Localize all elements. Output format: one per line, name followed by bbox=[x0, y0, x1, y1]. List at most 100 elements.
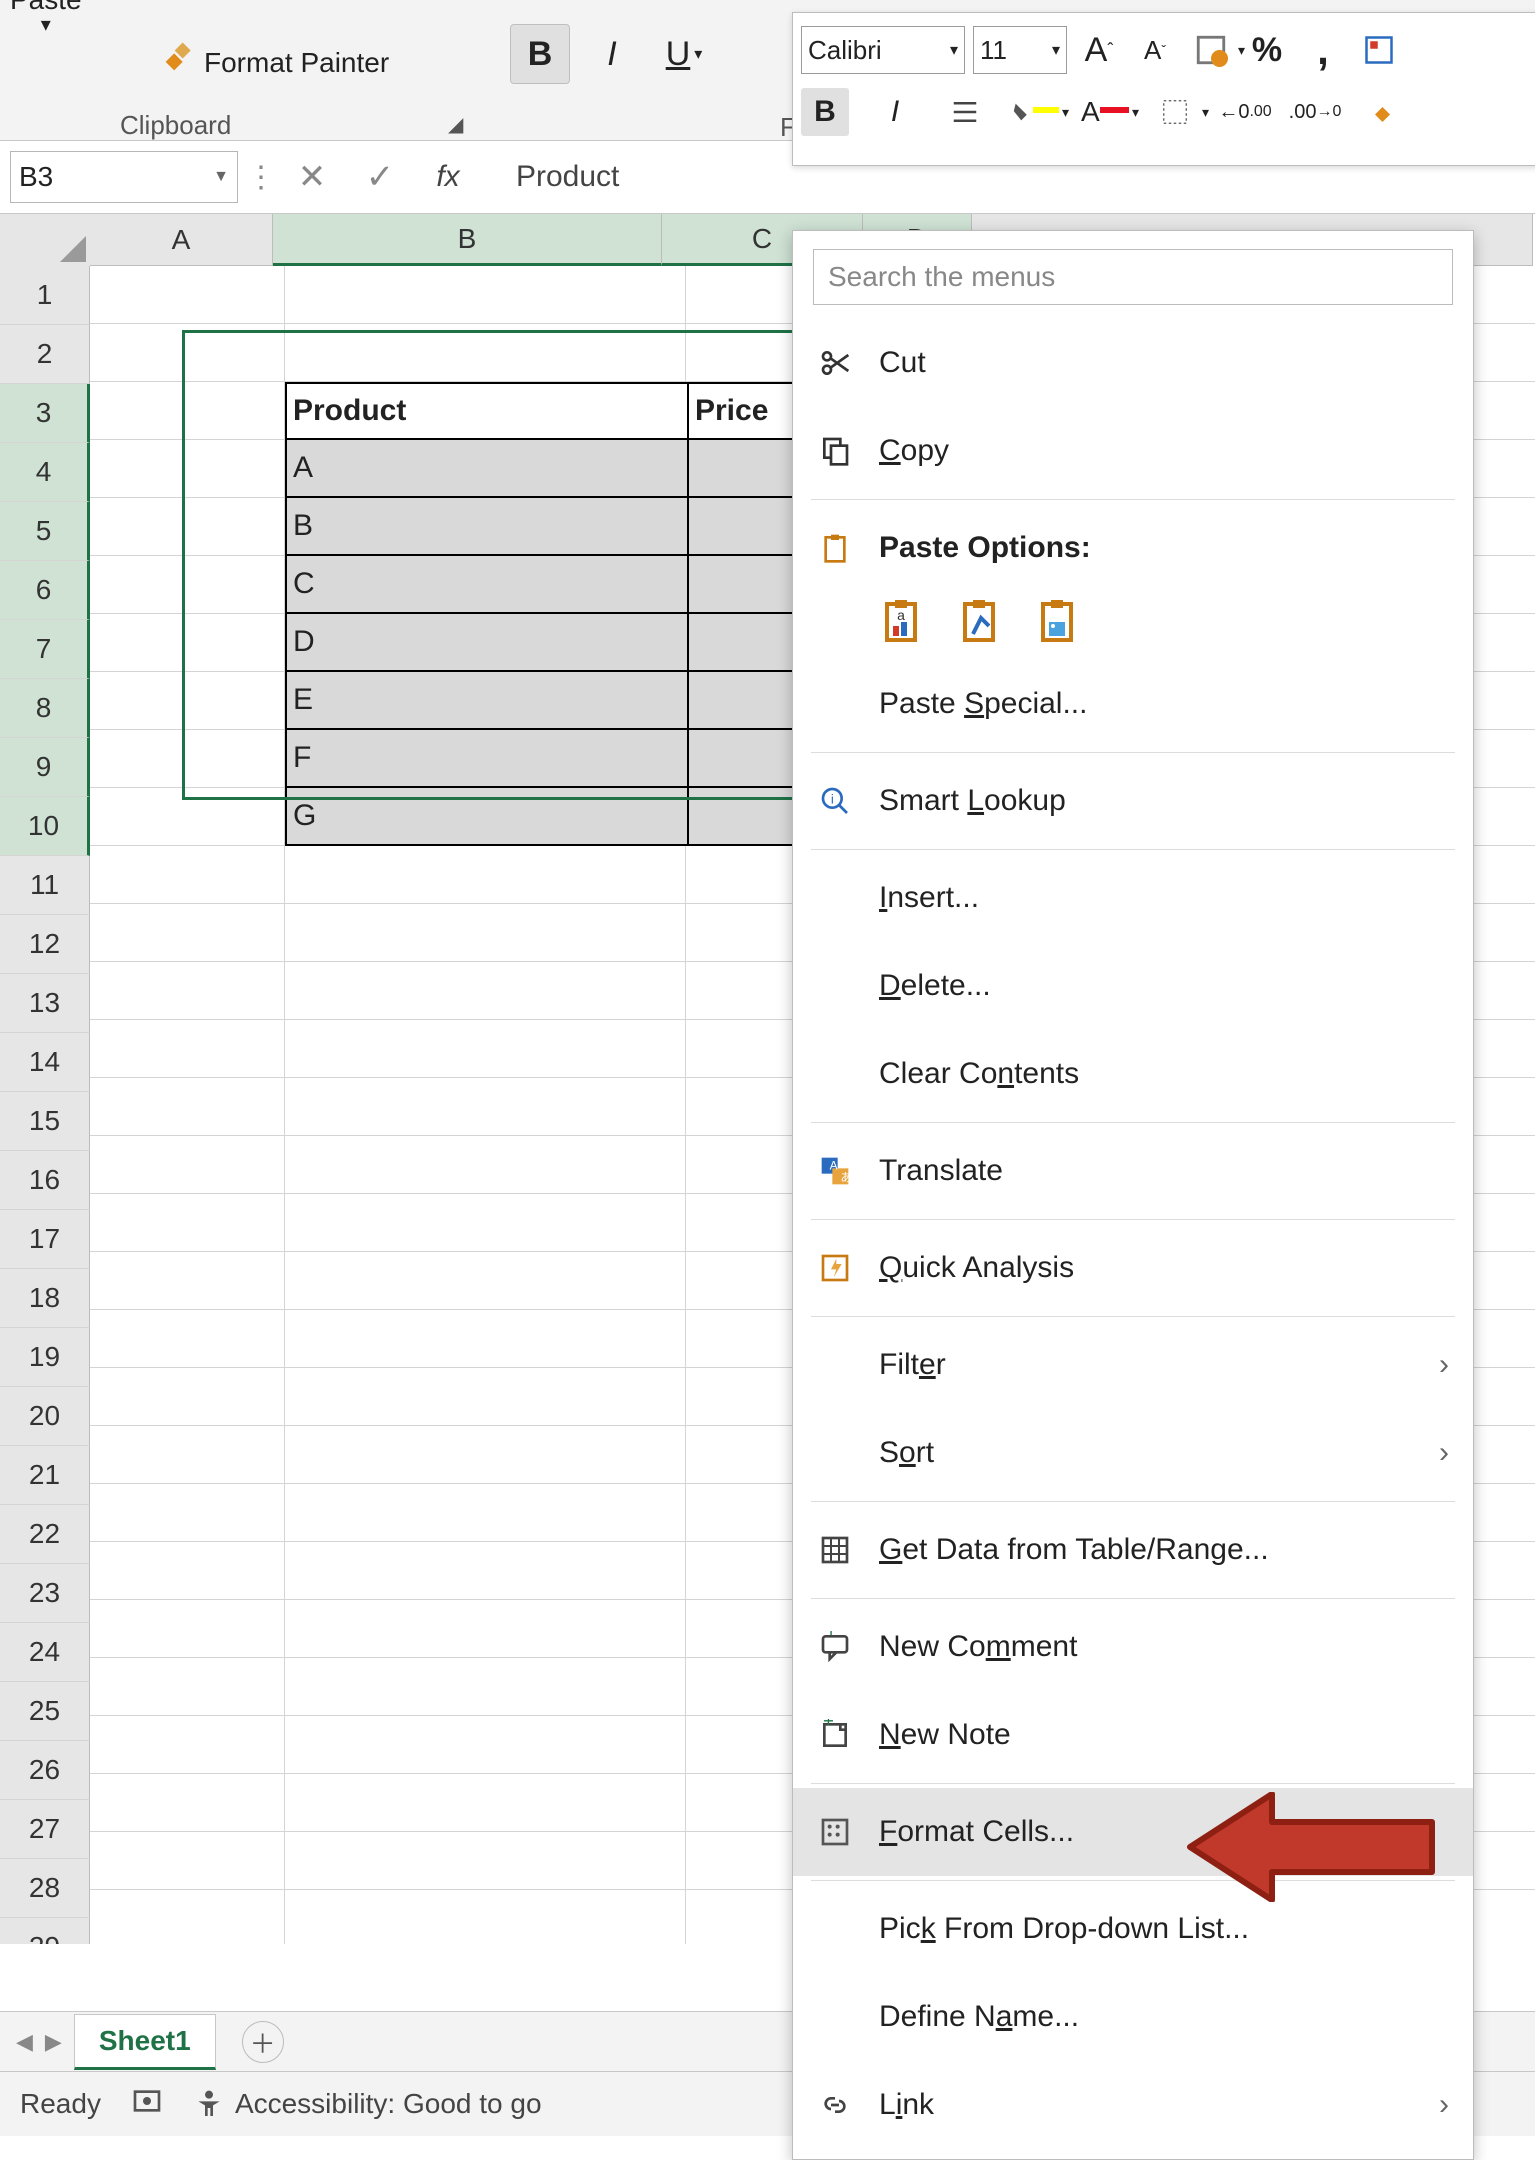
accessibility-status[interactable]: Accessibility: Good to go bbox=[193, 2088, 542, 2120]
row-header[interactable]: 23 bbox=[0, 1564, 90, 1623]
cell[interactable] bbox=[90, 1658, 285, 1716]
borders-button[interactable]: ▾ bbox=[1151, 88, 1199, 136]
cell[interactable] bbox=[285, 266, 686, 324]
dialog-launcher-icon[interactable]: ◢ bbox=[448, 112, 463, 137]
cell[interactable] bbox=[285, 1310, 686, 1368]
cell[interactable]: B bbox=[285, 498, 689, 556]
cancel-formula-button[interactable]: ✕ bbox=[282, 157, 342, 197]
row-header[interactable]: 16 bbox=[0, 1151, 90, 1210]
cell[interactable] bbox=[285, 846, 686, 904]
menu-item-delete[interactable]: Delete... bbox=[793, 942, 1473, 1030]
cell[interactable] bbox=[90, 1890, 285, 1944]
row-header[interactable]: 24 bbox=[0, 1623, 90, 1682]
cell[interactable] bbox=[285, 324, 686, 382]
menu-item-translate[interactable]: AあTranslate bbox=[793, 1127, 1473, 1215]
row-header[interactable]: 1 bbox=[0, 266, 90, 325]
mini-italic-button[interactable]: I bbox=[871, 88, 919, 136]
row-header[interactable]: 4 bbox=[0, 443, 90, 502]
formula-bar-value[interactable]: Product bbox=[516, 160, 619, 194]
row-header[interactable]: 7 bbox=[0, 620, 90, 679]
row-header[interactable]: 3 bbox=[0, 384, 90, 443]
sheet-tab-active[interactable]: Sheet1 bbox=[74, 2014, 216, 2070]
menu-item-clear-contents[interactable]: Clear Contents bbox=[793, 1030, 1473, 1118]
cell[interactable]: F bbox=[285, 730, 689, 788]
italic-button[interactable]: I bbox=[582, 24, 642, 84]
row-header[interactable]: 10 bbox=[0, 797, 90, 856]
paste-option-values-icon[interactable] bbox=[957, 598, 1005, 646]
paste-button[interactable]: Paste ▾ bbox=[10, 0, 82, 37]
row-header[interactable]: 18 bbox=[0, 1269, 90, 1328]
bold-button[interactable]: B bbox=[510, 24, 570, 84]
row-header[interactable]: 14 bbox=[0, 1033, 90, 1092]
menu-item-sort[interactable]: Sort› bbox=[793, 1409, 1473, 1497]
row-header[interactable]: 11 bbox=[0, 856, 90, 915]
cell[interactable] bbox=[90, 1252, 285, 1310]
menu-item-paste-options[interactable]: Paste Options: bbox=[793, 504, 1473, 592]
row-header[interactable]: 2 bbox=[0, 325, 90, 384]
cell[interactable] bbox=[285, 1252, 686, 1310]
font-size-select[interactable]: 11▾ bbox=[973, 26, 1067, 74]
row-header[interactable]: 12 bbox=[0, 915, 90, 974]
formula-bar-expand[interactable]: ⋮ bbox=[246, 160, 274, 195]
row-header[interactable]: 26 bbox=[0, 1741, 90, 1800]
underline-button[interactable]: U▾ bbox=[654, 24, 714, 84]
row-header[interactable]: 22 bbox=[0, 1505, 90, 1564]
increase-decimal-button[interactable]: .00→0 bbox=[1291, 88, 1339, 136]
row-header[interactable]: 20 bbox=[0, 1387, 90, 1446]
cell[interactable] bbox=[285, 1484, 686, 1542]
menu-search-input[interactable]: Search the menus bbox=[813, 249, 1453, 305]
row-header[interactable]: 28 bbox=[0, 1859, 90, 1918]
enter-formula-button[interactable]: ✓ bbox=[350, 157, 410, 197]
cell[interactable] bbox=[285, 1426, 686, 1484]
comma-format-button[interactable]: , bbox=[1299, 26, 1347, 74]
accounting-format-button[interactable]: ▾ bbox=[1187, 26, 1235, 74]
paste-option-all-icon[interactable]: a bbox=[879, 598, 927, 646]
cell[interactable] bbox=[90, 672, 285, 730]
menu-item-paste-special[interactable]: Paste Special... bbox=[793, 660, 1473, 748]
format-painter-mini-button[interactable] bbox=[1361, 88, 1409, 136]
insert-function-button[interactable]: fx bbox=[418, 160, 478, 194]
cell[interactable] bbox=[285, 1078, 686, 1136]
cell[interactable] bbox=[90, 1194, 285, 1252]
cell[interactable] bbox=[90, 1310, 285, 1368]
cell[interactable] bbox=[285, 1542, 686, 1600]
menu-item-define-name[interactable]: Define Name... bbox=[793, 1973, 1473, 2061]
cell[interactable]: G bbox=[285, 788, 689, 846]
font-color-button[interactable]: A▾ bbox=[1081, 88, 1129, 136]
mini-bold-button[interactable]: B bbox=[801, 88, 849, 136]
cell[interactable] bbox=[90, 614, 285, 672]
cell[interactable] bbox=[90, 962, 285, 1020]
cell[interactable] bbox=[90, 324, 285, 382]
menu-item-quick-analysis[interactable]: Quick Analysis bbox=[793, 1224, 1473, 1312]
menu-item-new-comment[interactable]: +New Comment bbox=[793, 1603, 1473, 1691]
cell[interactable] bbox=[90, 1078, 285, 1136]
tab-next-button[interactable]: ▶ bbox=[45, 2029, 62, 2055]
row-header[interactable]: 8 bbox=[0, 679, 90, 738]
cell[interactable] bbox=[285, 904, 686, 962]
cell[interactable] bbox=[90, 1426, 285, 1484]
cell[interactable] bbox=[90, 1484, 285, 1542]
row-header[interactable]: 21 bbox=[0, 1446, 90, 1505]
cell[interactable] bbox=[90, 440, 285, 498]
cell[interactable] bbox=[90, 382, 285, 440]
decrease-decimal-button[interactable]: ←0.00 bbox=[1221, 88, 1269, 136]
menu-item-filter[interactable]: Filter› bbox=[793, 1321, 1473, 1409]
cell[interactable] bbox=[285, 1600, 686, 1658]
menu-item-new-note[interactable]: +New Note bbox=[793, 1691, 1473, 1779]
percent-format-button[interactable]: % bbox=[1243, 26, 1291, 74]
cell[interactable] bbox=[285, 1658, 686, 1716]
increase-font-button[interactable]: Aˆ bbox=[1075, 26, 1123, 74]
cell[interactable]: A bbox=[285, 440, 689, 498]
macro-record-icon[interactable] bbox=[131, 2085, 163, 2124]
cell[interactable] bbox=[90, 556, 285, 614]
cell[interactable] bbox=[90, 1716, 285, 1774]
fill-color-button[interactable]: ▾ bbox=[1011, 88, 1059, 136]
row-header[interactable]: 29 bbox=[0, 1918, 90, 1944]
cell[interactable] bbox=[90, 1136, 285, 1194]
row-header[interactable]: 13 bbox=[0, 974, 90, 1033]
column-header[interactable]: B bbox=[273, 214, 662, 266]
cell[interactable]: E bbox=[285, 672, 689, 730]
cell[interactable] bbox=[90, 730, 285, 788]
tab-prev-button[interactable]: ◀ bbox=[16, 2029, 33, 2055]
row-header[interactable]: 27 bbox=[0, 1800, 90, 1859]
